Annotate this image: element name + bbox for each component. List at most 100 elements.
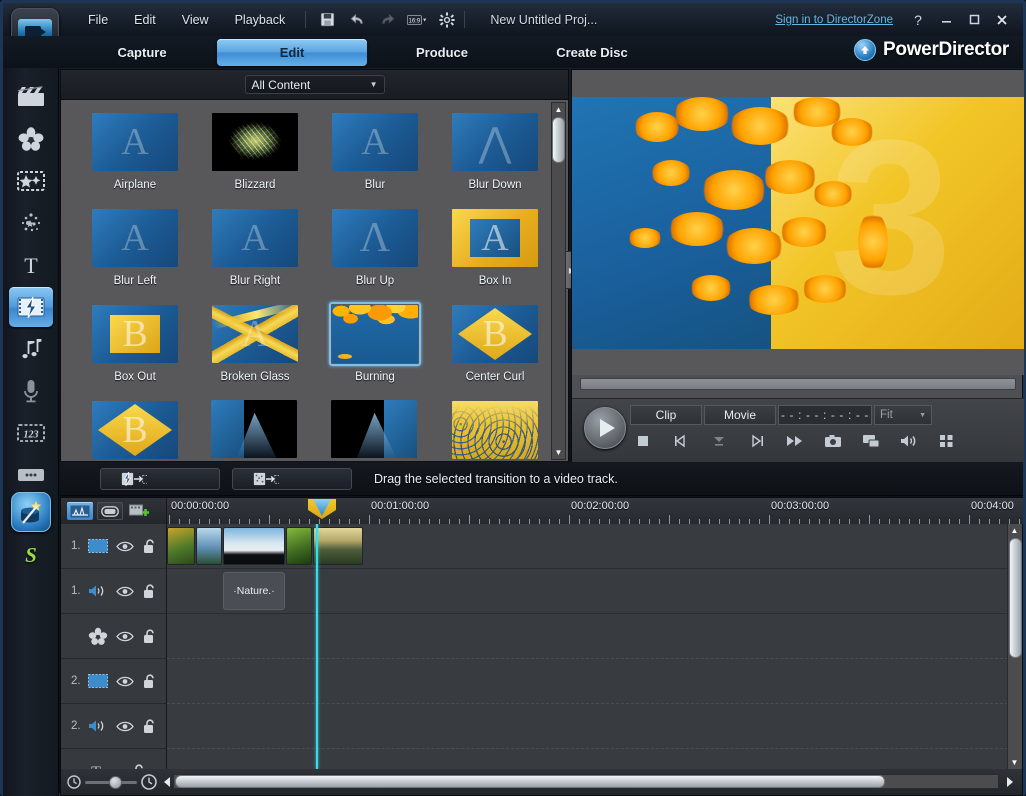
add-track-button[interactable] — [127, 502, 153, 520]
directorzone-signin-link[interactable]: Sign in to DirectorZone — [775, 14, 893, 26]
next-frame-button[interactable] — [746, 431, 768, 451]
eye-icon[interactable] — [116, 630, 134, 643]
sidebar-item-pip-object-room[interactable] — [9, 161, 53, 201]
eye-icon[interactable] — [116, 585, 134, 598]
track-lane-title[interactable] — [167, 749, 1008, 769]
library-item-blur-right[interactable]: A Blur Right — [195, 206, 315, 302]
preview-mode-movie[interactable]: Movie — [704, 405, 776, 425]
scroll-down-icon[interactable]: ▼ — [552, 446, 565, 459]
preferences-gear-icon[interactable] — [437, 10, 457, 30]
sidebar-item-chapter-room[interactable]: 123 — [9, 413, 53, 453]
magic-tools-icon[interactable] — [11, 492, 51, 532]
timeline-zoom-control[interactable] — [67, 774, 173, 790]
preview-mode-clip[interactable]: Clip — [630, 405, 702, 425]
slideshow-creator-icon[interactable]: S — [11, 538, 51, 572]
library-item-row4-3[interactable] — [315, 398, 435, 461]
track-lane-effect[interactable] — [167, 614, 1008, 659]
track-header-video-2[interactable]: 2. — [61, 659, 166, 704]
sidebar-item-media-room[interactable] — [9, 77, 53, 117]
scroll-up-icon[interactable]: ▲ — [552, 103, 565, 116]
fast-forward-button[interactable] — [784, 431, 806, 451]
redo-icon[interactable] — [377, 10, 397, 30]
play-button[interactable] — [584, 407, 626, 449]
sidebar-item-effect-room[interactable] — [9, 119, 53, 159]
aspect-ratio-icon[interactable]: 16:9 — [407, 10, 427, 30]
maximize-button[interactable] — [961, 9, 987, 31]
tab-create-disc[interactable]: Create Disc — [517, 39, 667, 66]
menu-item-view[interactable]: View — [169, 9, 222, 31]
library-item-box-out[interactable]: B Box Out — [75, 302, 195, 398]
tab-capture[interactable]: Capture — [67, 39, 217, 66]
sidebar-item-particle-room[interactable] — [9, 203, 53, 243]
storyboard-view-button[interactable] — [97, 502, 123, 520]
minimize-button[interactable] — [933, 9, 959, 31]
zoom-in-clock-icon[interactable] — [141, 774, 157, 790]
lock-icon[interactable] — [142, 583, 156, 599]
sidebar-item-title-room[interactable]: T — [9, 245, 53, 285]
volume-button[interactable] — [898, 431, 920, 451]
previous-frame-button[interactable] — [670, 431, 692, 451]
track-header-video-1[interactable]: 1. — [61, 524, 166, 569]
timeline-vertical-scrollbar[interactable]: ▲ ▼ — [1007, 524, 1022, 769]
library-vertical-scrollbar[interactable]: ▲ ▼ — [551, 102, 566, 460]
zoom-slider[interactable] — [85, 775, 137, 789]
save-icon[interactable] — [317, 10, 337, 30]
sidebar-item-audio-mixing-room[interactable] — [9, 329, 53, 369]
clip-hills[interactable] — [313, 527, 363, 565]
sidebar-item-voice-over-room[interactable] — [9, 371, 53, 411]
undo-icon[interactable] — [347, 10, 367, 30]
track-lane-audio-1[interactable]: ·Nature.· — [167, 569, 1008, 614]
menu-item-edit[interactable]: Edit — [121, 9, 169, 31]
library-item-broken-glass[interactable]: A Broken Glass — [195, 302, 315, 398]
tab-edit[interactable]: Edit — [217, 38, 367, 66]
library-item-blur[interactable]: A Blur — [315, 110, 435, 206]
scrollbar-thumb[interactable] — [1009, 538, 1022, 658]
scroll-left-icon[interactable] — [161, 775, 173, 789]
preview-timecode[interactable]: - - : - - : - - : - - — [778, 405, 872, 425]
library-item-burning[interactable]: Burning — [315, 302, 435, 398]
preview-zoom-dropdown[interactable]: Fit ▼ — [874, 405, 932, 425]
random-transition-button[interactable] — [232, 467, 352, 490]
library-item-row4-4[interactable] — [435, 398, 555, 461]
library-item-blur-left[interactable]: A Blur Left — [75, 206, 195, 302]
library-item-blur-down[interactable]: ⋀ Blur Down — [435, 110, 555, 206]
close-button[interactable] — [989, 9, 1015, 31]
eye-icon[interactable] — [116, 540, 134, 553]
timeline-ruler[interactable]: 00:00:00:00 00:01:00:00 00:02:00:00 00:0… — [167, 498, 1023, 524]
lock-icon[interactable] — [142, 628, 156, 644]
help-button[interactable]: ? — [905, 9, 931, 31]
scroll-right-icon[interactable] — [1004, 775, 1016, 789]
tab-produce[interactable]: Produce — [367, 39, 517, 66]
preview-stage[interactable]: 3 — [572, 70, 1024, 375]
stop-button[interactable] — [632, 431, 654, 451]
scroll-up-icon[interactable]: ▲ — [1008, 524, 1021, 537]
library-item-airplane[interactable]: A Airplane — [75, 110, 195, 206]
lock-icon[interactable] — [142, 538, 156, 554]
eye-icon[interactable] — [116, 720, 134, 733]
set-transition-behavior-button[interactable] — [100, 467, 220, 490]
sidebar-item-transition-room[interactable] — [9, 287, 53, 327]
menu-item-file[interactable]: File — [75, 9, 121, 31]
clip-nature-audio[interactable]: ·Nature.· — [223, 572, 285, 610]
library-item-row4-2[interactable] — [195, 398, 315, 461]
zoom-slider-handle[interactable] — [109, 775, 122, 789]
library-item-row4-1[interactable]: B — [75, 398, 195, 461]
library-filter-dropdown[interactable]: All Content ▼ — [244, 75, 385, 94]
scrollbar-thumb[interactable] — [175, 775, 885, 788]
track-header-audio-1[interactable]: 1. — [61, 569, 166, 614]
track-header-audio-2[interactable]: 2. — [61, 704, 166, 749]
menu-item-playback[interactable]: Playback — [222, 9, 299, 31]
library-item-center-curl[interactable]: B Center Curl — [435, 302, 555, 398]
clip-mountain-1[interactable] — [196, 527, 222, 565]
library-item-blizzard[interactable]: Blizzard — [195, 110, 315, 206]
scroll-down-icon[interactable]: ▼ — [1008, 756, 1021, 769]
eye-icon[interactable] — [116, 675, 134, 688]
clip-clouds[interactable] — [223, 527, 285, 565]
track-header-effect[interactable] — [61, 614, 166, 659]
track-lane-video-1[interactable] — [167, 524, 1008, 569]
track-lane-video-2[interactable] — [167, 659, 1008, 704]
zoom-out-clock-icon[interactable] — [67, 775, 81, 789]
lock-icon[interactable] — [142, 718, 156, 734]
snapshot-button[interactable] — [822, 431, 844, 451]
timeline-horizontal-scrollbar[interactable] — [173, 774, 999, 789]
